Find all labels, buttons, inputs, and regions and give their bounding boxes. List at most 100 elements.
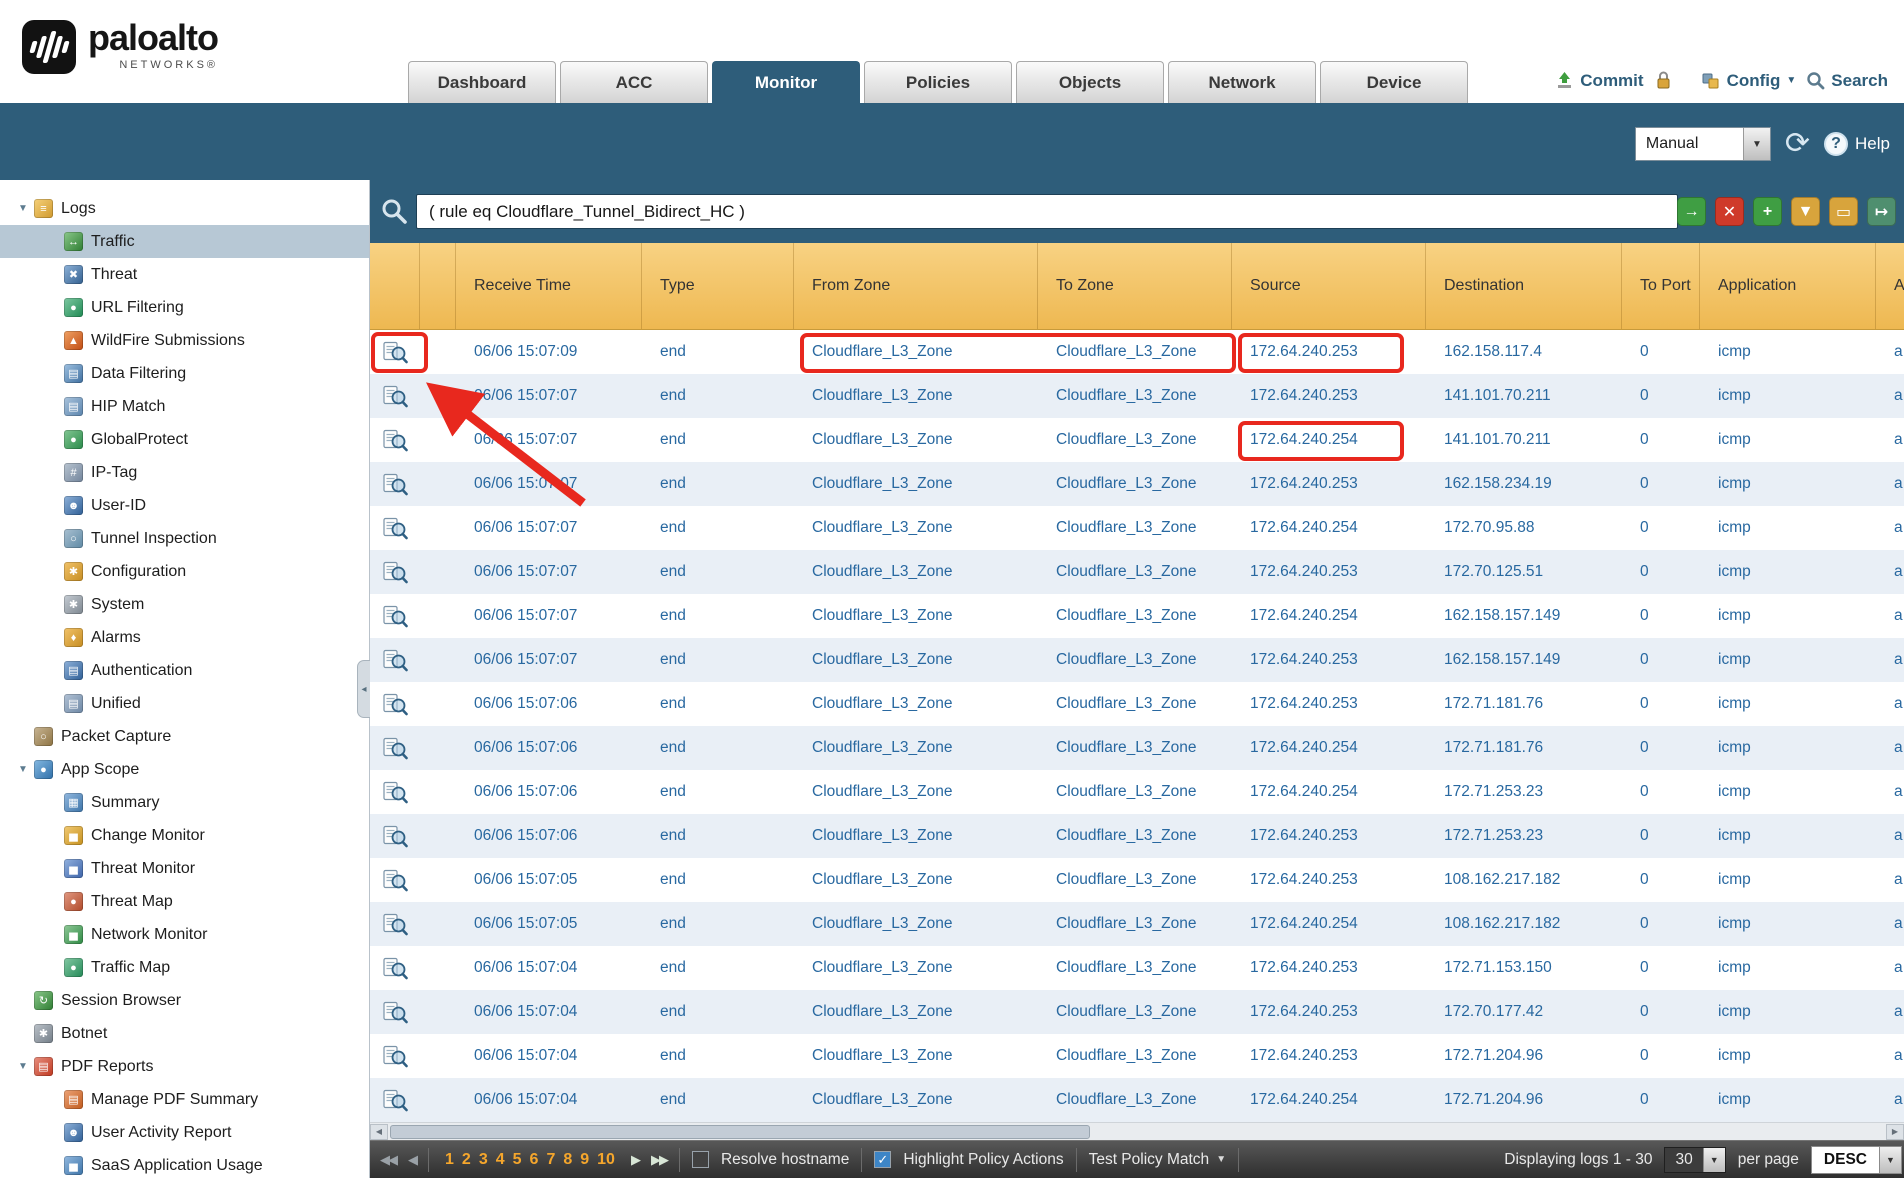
cell-type[interactable]: end [642,783,794,801]
cell-destination[interactable]: 162.158.234.19 [1426,475,1622,493]
cell-source[interactable]: 172.64.240.253 [1232,475,1426,493]
test-policy-match-button[interactable]: Test Policy Match ▼ [1089,1151,1227,1169]
cell-destination[interactable]: 141.101.70.211 [1426,431,1622,449]
cell-to_zone[interactable]: Cloudflare_L3_Zone [1038,783,1232,801]
cell-destination[interactable]: 172.71.204.96 [1426,1091,1622,1109]
cell-to_port[interactable]: 0 [1622,827,1700,845]
cell-to_zone[interactable]: Cloudflare_L3_Zone [1038,519,1232,537]
cell-type[interactable]: end [642,343,794,361]
cell-action[interactable]: a [1876,387,1904,405]
sidebar-item-threat-map[interactable]: ●Threat Map [0,885,369,918]
page-5[interactable]: 5 [513,1151,522,1169]
cell-source[interactable]: 172.64.240.254 [1232,1091,1426,1109]
sidebar-item-hip-match[interactable]: ▤HIP Match [0,390,369,423]
tab-monitor[interactable]: Monitor [712,61,860,103]
cell-to_port[interactable]: 0 [1622,519,1700,537]
sidebar-item-change-monitor[interactable]: ▅Change Monitor [0,819,369,852]
cell-action[interactable]: a [1876,651,1904,669]
cell-destination[interactable]: 172.70.95.88 [1426,519,1622,537]
page-1[interactable]: 1 [445,1151,454,1169]
col-header-from_zone[interactable]: From Zone [794,243,1038,329]
cell-source[interactable]: 172.64.240.253 [1232,387,1426,405]
tab-acc[interactable]: ACC [560,61,708,103]
cell-from_zone[interactable]: Cloudflare_L3_Zone [794,1003,1038,1021]
log-detail-icon[interactable] [370,825,420,848]
scroll-right-icon[interactable]: ▶ [1886,1124,1904,1140]
per-page-caret-icon[interactable]: ▼ [1703,1148,1725,1172]
cell-type[interactable]: end [642,695,794,713]
log-detail-icon[interactable] [370,1045,420,1068]
config-button[interactable]: Config ▼ [1701,71,1797,91]
cell-destination[interactable]: 172.71.181.76 [1426,739,1622,757]
cell-action[interactable]: a [1876,915,1904,933]
cell-action[interactable]: a [1876,475,1904,493]
cell-receive_time[interactable]: 06/06 15:07:04 [456,959,642,977]
refresh-icon[interactable]: ⟳ [1785,129,1810,159]
cell-to_port[interactable]: 0 [1622,651,1700,669]
page-7[interactable]: 7 [546,1151,555,1169]
sidebar-item-traffic[interactable]: ↔Traffic [0,225,369,258]
cell-source[interactable]: 172.64.240.254 [1232,519,1426,537]
cell-destination[interactable]: 172.71.253.23 [1426,783,1622,801]
cell-application[interactable]: icmp [1700,1047,1876,1065]
cell-action[interactable]: a [1876,563,1904,581]
cell-to_port[interactable]: 0 [1622,343,1700,361]
cell-destination[interactable]: 172.70.177.42 [1426,1003,1622,1021]
tab-network[interactable]: Network [1168,61,1316,103]
cell-source[interactable]: 172.64.240.254 [1232,783,1426,801]
cell-source[interactable]: 172.64.240.253 [1232,1003,1426,1021]
cell-receive_time[interactable]: 06/06 15:07:04 [456,1003,642,1021]
scroll-left-icon[interactable]: ◀ [370,1124,388,1140]
col-header-detail[interactable] [370,243,420,329]
cell-application[interactable]: icmp [1700,915,1876,933]
sort-order-caret-icon[interactable]: ▼ [1880,1146,1902,1174]
cell-source[interactable]: 172.64.240.254 [1232,607,1426,625]
cell-to_port[interactable]: 0 [1622,695,1700,713]
cell-action[interactable]: a [1876,607,1904,625]
cell-action[interactable]: a [1876,827,1904,845]
log-detail-icon[interactable] [370,869,420,892]
log-detail-icon[interactable] [370,385,420,408]
cell-application[interactable]: icmp [1700,563,1876,581]
cell-receive_time[interactable]: 06/06 15:07:07 [456,431,642,449]
cell-destination[interactable]: 162.158.157.149 [1426,607,1622,625]
cell-action[interactable]: a [1876,695,1904,713]
col-header-application[interactable]: Application [1700,243,1876,329]
cell-source[interactable]: 172.64.240.253 [1232,871,1426,889]
cell-application[interactable]: icmp [1700,607,1876,625]
cell-receive_time[interactable]: 06/06 15:07:05 [456,915,642,933]
cell-destination[interactable]: 172.71.153.150 [1426,959,1622,977]
cell-receive_time[interactable]: 06/06 15:07:07 [456,387,642,405]
cell-type[interactable]: end [642,431,794,449]
cell-action[interactable]: a [1876,1047,1904,1065]
cell-from_zone[interactable]: Cloudflare_L3_Zone [794,519,1038,537]
cell-receive_time[interactable]: 06/06 15:07:06 [456,783,642,801]
cell-application[interactable]: icmp [1700,827,1876,845]
cell-destination[interactable]: 162.158.157.149 [1426,651,1622,669]
add-filter-icon[interactable]: + [1753,197,1782,226]
log-detail-icon[interactable] [370,605,420,628]
cell-type[interactable]: end [642,475,794,493]
cell-type[interactable]: end [642,871,794,889]
sidebar-item-saas-application-usage[interactable]: ▅SaaS Application Usage [0,1149,369,1178]
sidebar-item-alarms[interactable]: ♦Alarms [0,621,369,654]
sidebar-item-summary[interactable]: ▦Summary [0,786,369,819]
col-header-destination[interactable]: Destination [1426,243,1622,329]
cell-application[interactable]: icmp [1700,959,1876,977]
cell-action[interactable]: a [1876,431,1904,449]
cell-to_zone[interactable]: Cloudflare_L3_Zone [1038,475,1232,493]
cell-to_port[interactable]: 0 [1622,1003,1700,1021]
cell-action[interactable]: a [1876,959,1904,977]
cell-from_zone[interactable]: Cloudflare_L3_Zone [794,1047,1038,1065]
cell-to_zone[interactable]: Cloudflare_L3_Zone [1038,1091,1232,1109]
cell-receive_time[interactable]: 06/06 15:07:04 [456,1091,642,1109]
sort-order-select[interactable]: DESC ▼ [1811,1146,1902,1174]
cell-to_zone[interactable]: Cloudflare_L3_Zone [1038,739,1232,757]
log-detail-icon[interactable] [370,517,420,540]
cell-to_port[interactable]: 0 [1622,1091,1700,1109]
cell-to_port[interactable]: 0 [1622,607,1700,625]
log-detail-icon[interactable] [370,693,420,716]
cell-application[interactable]: icmp [1700,1091,1876,1109]
cell-destination[interactable]: 141.101.70.211 [1426,387,1622,405]
page-9[interactable]: 9 [580,1151,589,1169]
